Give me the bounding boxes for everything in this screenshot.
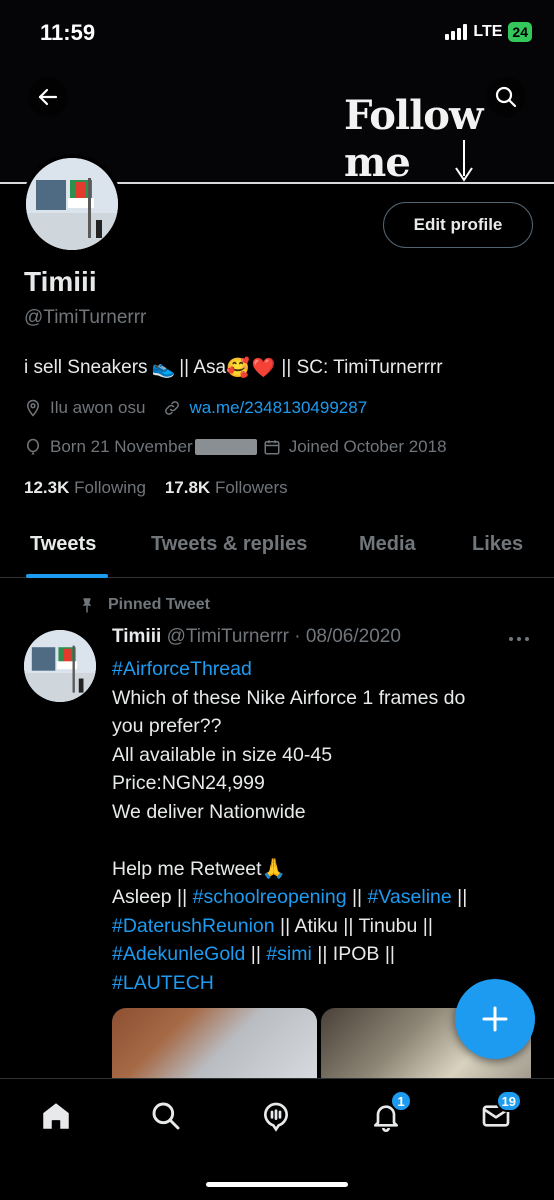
tweet-author-meta: @TimiTurnerrr · 08/06/2020 — [166, 626, 401, 647]
active-tab-indicator — [26, 574, 108, 578]
plus-icon — [482, 1006, 508, 1032]
heart-emoji: ❤️ — [251, 358, 276, 379]
pinned-text: Pinned Tweet — [108, 596, 210, 613]
follow-stats: 12.3K Following 17.8K Followers — [24, 478, 288, 498]
profile-link[interactable]: wa.me/2348130499287 — [189, 398, 367, 418]
nav-notifications[interactable]: 1 — [366, 1090, 412, 1136]
messages-badge: 19 — [495, 1090, 522, 1112]
tweet-avatar[interactable] — [24, 630, 96, 702]
smile-emoji: 🥰 — [226, 358, 250, 379]
following-label: Following — [74, 478, 146, 497]
avatar-image — [26, 158, 118, 250]
notifications-badge: 1 — [390, 1090, 412, 1112]
pin-icon — [82, 598, 92, 613]
arrow-down-icon — [455, 140, 473, 182]
bio-text-3: || SC: TimiTurnerrrr — [281, 357, 443, 378]
tab-media[interactable]: Media — [359, 533, 416, 556]
nav-spaces[interactable] — [256, 1096, 296, 1136]
tweet-header: Timiii @TimiTurnerrr · 08/06/2020 — [112, 626, 401, 648]
tab-tweets[interactable]: Tweets — [30, 533, 96, 556]
home-icon — [43, 1103, 69, 1129]
followers-count: 17.8K — [164, 478, 211, 497]
status-time: 11:59 — [40, 20, 96, 45]
nav-home[interactable] — [36, 1096, 76, 1136]
followers-label: Followers — [214, 478, 288, 497]
following-link[interactable]: 12.3K Following — [24, 478, 146, 497]
bio-text-1: i sell Sneakers — [24, 357, 148, 378]
search-button[interactable] — [486, 77, 526, 117]
location-icon — [26, 399, 40, 417]
compose-tweet-button[interactable] — [455, 979, 535, 1059]
profile-avatar[interactable] — [22, 154, 122, 254]
search-icon — [152, 1102, 180, 1130]
profile-bio: i sell Sneakers 👟 || Asa 🥰 ❤️ || SC: Tim… — [24, 356, 443, 380]
bio-text-2: || Asa — [179, 357, 227, 378]
tweet-line: #AdekunleGold || #simi || IPOB || — [112, 940, 532, 969]
profile-meta-row-1: Ilu awon osu wa.me/2348130499287 — [24, 398, 367, 418]
tab-likes[interactable]: Likes — [472, 533, 523, 556]
network-type: LTE — [473, 23, 503, 40]
profile-handle: @TimiTurnerrr — [24, 307, 147, 328]
hashtag-daterushreunion[interactable]: #DaterushReunion — [112, 915, 275, 937]
tweet-text-span: Asleep || — [112, 886, 193, 908]
tweet-line: Which of these Nike Airforce 1 frames do — [112, 686, 466, 709]
tweet-line: All available in size 40-45 — [112, 743, 333, 766]
help-retweet-text: Help me Retweet — [112, 857, 262, 880]
hashtag-airforcethread[interactable]: #AirforceThread — [112, 655, 532, 684]
calendar-icon — [264, 440, 280, 455]
tweet-line: Help me Retweet🙏 — [112, 855, 532, 884]
tab-tweets-replies[interactable]: Tweets & replies — [151, 533, 307, 556]
hashtag-schoolreopening[interactable]: #schoolreopening — [193, 886, 347, 908]
tweet-text-span: || — [245, 943, 267, 965]
search-icon — [495, 86, 517, 108]
profile-born: Born 21 November — [50, 437, 193, 456]
spaces-icon — [263, 1102, 289, 1132]
tweet-text-span: || IPOB || — [311, 943, 395, 965]
link-icon — [165, 401, 180, 415]
tweet-text-span: || — [346, 886, 368, 908]
profile-location: Ilu awon osu — [50, 398, 146, 417]
tweet-line: Price:NGN24,999 — [112, 772, 265, 794]
hashtag-adekunlegold[interactable]: #AdekunleGold — [112, 943, 245, 965]
balloon-icon — [27, 438, 39, 455]
arrow-left-icon — [38, 88, 58, 106]
battery-indicator: 24 — [508, 22, 532, 42]
pinned-label: Pinned Tweet — [78, 596, 210, 614]
home-indicator — [206, 1182, 348, 1187]
status-bar: 11:59 LTE 24 — [0, 0, 554, 64]
following-count: 12.3K — [24, 478, 70, 497]
hashtag-simi[interactable]: #simi — [266, 943, 312, 965]
nav-messages[interactable]: 19 — [476, 1090, 522, 1136]
tweet-text-span: || Atiku || Tinubu || — [274, 914, 433, 937]
tweet-text: #AirforceThread Which of these Nike Airf… — [112, 655, 532, 997]
profile-joined: Joined October 2018 — [288, 437, 447, 456]
signal-icon — [445, 24, 468, 40]
tweet-media-image[interactable] — [112, 1008, 317, 1080]
tweet-line: Asleep || #schoolreopening || #Vaseline … — [112, 883, 532, 912]
redacted-year — [194, 439, 257, 455]
profile-tabs: Tweets Tweets & replies Media Likes — [0, 520, 554, 578]
tweet-text-span: || — [451, 886, 468, 908]
back-button[interactable] — [28, 77, 68, 117]
tweet-avatar-image — [24, 630, 96, 702]
tweet-line: you prefer?? — [112, 715, 222, 737]
tweet-line: We deliver Nationwide — [112, 800, 306, 823]
sneaker-emoji: 👟 — [151, 358, 176, 379]
hashtag-vaseline[interactable]: #Vaseline — [368, 886, 452, 908]
pray-emoji: 🙏 — [261, 857, 286, 880]
tweet-line: #DaterushReunion || Atiku || Tinubu || — [112, 912, 532, 941]
profile-meta-row-2: Born 21 November Joined October 2018 — [24, 437, 447, 457]
followers-link[interactable]: 17.8K Followers — [165, 478, 288, 497]
more-options-icon[interactable] — [508, 636, 530, 642]
edit-profile-button[interactable]: Edit profile — [383, 202, 533, 248]
profile-name: Timiii — [24, 266, 97, 297]
tweet-author-name[interactable]: Timiii — [112, 626, 161, 647]
nav-search[interactable] — [146, 1096, 186, 1136]
